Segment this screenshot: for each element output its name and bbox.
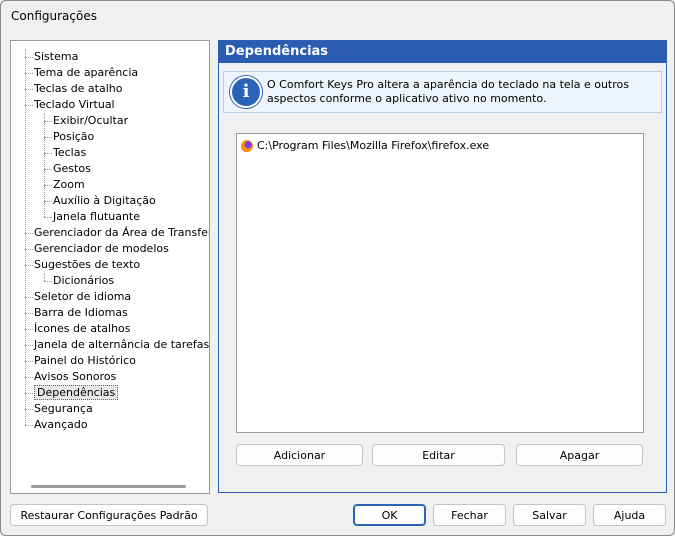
tree-connector <box>44 281 52 282</box>
tree-connector <box>44 217 52 218</box>
tree-connector <box>25 377 33 378</box>
tree-item[interactable]: Painel do Histórico <box>34 353 136 369</box>
tree-item[interactable]: Exibir/Ocultar <box>53 113 128 129</box>
tree-item[interactable]: Dependências <box>34 385 119 401</box>
tree-item[interactable]: Sugestões de texto <box>34 257 140 273</box>
tree-item[interactable]: Teclado Virtual <box>34 97 115 113</box>
tree-connector <box>25 361 33 362</box>
tree-item-label: Teclas de atalho <box>34 82 123 95</box>
tree-item-label: Gerenciador da Área de Transferência <box>34 226 209 239</box>
tree-item-label: Segurança <box>34 402 93 415</box>
tree-connector <box>25 49 26 425</box>
tree-item-label: Ícones de atalhos <box>34 322 131 335</box>
tree-item[interactable]: Seletor de idioma <box>34 289 131 305</box>
tree-connector <box>25 265 33 266</box>
tree-connector <box>44 137 52 138</box>
tree-item-label: Gerenciador de modelos <box>34 242 169 255</box>
tree-item[interactable]: Avisos Sonoros <box>34 369 116 385</box>
horizontal-scrollbar[interactable] <box>31 485 186 488</box>
tree-item-label: Sugestões de texto <box>34 258 141 271</box>
save-button[interactable]: Salvar <box>513 504 586 526</box>
list-item[interactable]: C:\Program Files\Mozilla Firefox\firefox… <box>241 139 489 153</box>
tree-connector <box>25 409 33 410</box>
info-box: i O Comfort Keys Pro altera a aparência … <box>223 71 662 113</box>
restore-defaults-button[interactable]: Restaurar Configurações Padrão <box>10 504 208 526</box>
close-button[interactable]: Fechar <box>433 504 506 526</box>
tree-item[interactable]: Dicionários <box>53 273 114 289</box>
tree-connector <box>25 329 33 330</box>
firefox-icon <box>241 140 253 152</box>
tree-item-label: Avisos Sonoros <box>34 370 117 383</box>
tree-item[interactable]: Janela flutuante <box>53 209 140 225</box>
tree-item-label: Avançado <box>34 418 88 431</box>
tree-item[interactable]: Sistema <box>34 49 78 65</box>
tree-item-label: Exibir/Ocultar <box>53 114 129 127</box>
tree-item-label: Dependências <box>34 385 119 400</box>
ok-button[interactable]: OK <box>353 504 426 526</box>
info-icon: i <box>230 76 262 108</box>
tree-item-label: Painel do Histórico <box>34 354 136 367</box>
tree-connector <box>44 169 52 170</box>
tree-item-label: Sistema <box>34 50 79 63</box>
tree-connector <box>25 249 33 250</box>
tree-item[interactable]: Teclas de atalho <box>34 81 123 97</box>
tree-item[interactable]: Gerenciador da Área de Transferência <box>34 225 209 241</box>
tree-connector <box>25 89 33 90</box>
help-button[interactable]: Ajuda <box>593 504 666 526</box>
tree-connector <box>25 105 33 106</box>
tree-item-label: Teclas <box>53 146 87 159</box>
tree-item[interactable]: Posição <box>53 129 94 145</box>
tree-connector <box>44 273 45 281</box>
tree-item-label: Auxílio à Digitação <box>53 194 156 207</box>
tree-connector <box>44 153 52 154</box>
tree-item-label: Tema de aparência <box>34 66 139 79</box>
edit-button[interactable]: Editar <box>372 444 505 466</box>
tree-connector <box>44 185 52 186</box>
tree-item-label: Janela flutuante <box>53 210 140 223</box>
tree-connector <box>25 393 33 394</box>
tree-item[interactable]: Barra de Idiomas <box>34 305 128 321</box>
tree-connector <box>25 233 33 234</box>
info-text: O Comfort Keys Pro altera a aparência do… <box>267 78 629 105</box>
settings-window: Configurações Sistema Tema de aparência Te… <box>0 0 675 536</box>
tree-item-label: Zoom <box>53 178 85 191</box>
tree-connector <box>25 425 33 426</box>
tree-item-label: Janela de alternância de tarefas <box>34 338 210 351</box>
tree-connector <box>25 313 33 314</box>
panel-title: Dependências <box>219 41 666 63</box>
tree-connector <box>44 201 52 202</box>
tree-connector <box>44 121 52 122</box>
settings-tree[interactable]: Sistema Tema de aparência Teclas de atalho… <box>10 40 210 494</box>
tree-item-label: Seletor de idioma <box>34 290 132 303</box>
tree-connector <box>25 73 33 74</box>
delete-button[interactable]: Apagar <box>516 444 643 466</box>
tree-connector <box>44 113 45 217</box>
list-item-path: C:\Program Files\Mozilla Firefox\firefox… <box>257 139 490 152</box>
tree-item[interactable]: Avançado <box>34 417 88 433</box>
tree-item[interactable]: Gerenciador de modelos <box>34 241 169 257</box>
window-title: Configurações <box>11 9 97 23</box>
tree-item[interactable]: Janela de alternância de tarefas <box>34 337 209 353</box>
tree-item[interactable]: Teclas <box>53 145 86 161</box>
dependencies-list[interactable]: C:\Program Files\Mozilla Firefox\firefox… <box>236 133 644 433</box>
tree-item-label: Teclado Virtual <box>34 98 115 111</box>
tree-connector <box>25 57 33 58</box>
tree-item-label: Gestos <box>53 162 91 175</box>
tree-connector <box>25 345 33 346</box>
dependencies-panel: Dependências i O Comfort Keys Pro altera… <box>218 40 667 493</box>
tree-item[interactable]: Zoom <box>53 177 85 193</box>
tree-item[interactable]: Auxílio à Digitação <box>53 193 156 209</box>
tree-item[interactable]: Tema de aparência <box>34 65 138 81</box>
tree-connector <box>25 297 33 298</box>
add-button[interactable]: Adicionar <box>236 444 363 466</box>
tree-item[interactable]: Segurança <box>34 401 93 417</box>
tree-item[interactable]: Gestos <box>53 161 91 177</box>
tree-item-label: Dicionários <box>53 274 115 287</box>
tree-item[interactable]: Ícones de atalhos <box>34 321 131 337</box>
tree-item-label: Barra de Idiomas <box>34 306 128 319</box>
tree-item-label: Posição <box>53 130 95 143</box>
